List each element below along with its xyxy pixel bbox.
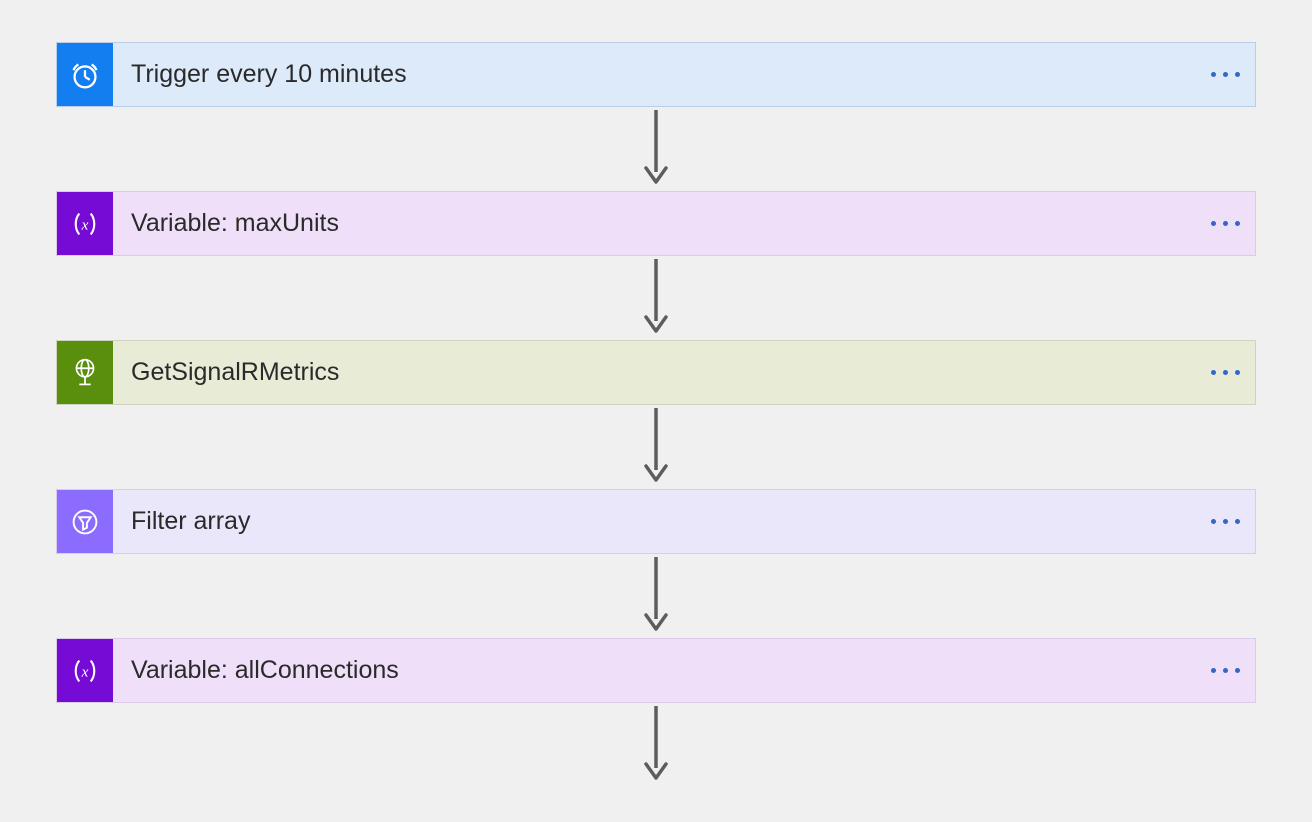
svg-text:x: x — [81, 663, 89, 680]
flow-connector-arrow — [642, 256, 670, 340]
flow-connector-arrow — [642, 703, 670, 787]
step-menu-button[interactable] — [1195, 341, 1255, 404]
flow-connector-arrow — [642, 107, 670, 191]
variable-icon: x — [57, 639, 113, 702]
workflow-flow: Trigger every 10 minutes x Variable: max… — [0, 42, 1312, 787]
workflow-canvas: Trigger every 10 minutes x Variable: max… — [0, 0, 1312, 822]
ellipsis-icon — [1211, 370, 1240, 375]
step-label: Variable: maxUnits — [113, 192, 1195, 255]
step-menu-button[interactable] — [1195, 490, 1255, 553]
workflow-step-filter[interactable]: Filter array — [56, 489, 1256, 554]
svg-text:x: x — [81, 216, 89, 233]
flow-connector-arrow — [642, 405, 670, 489]
step-label: Filter array — [113, 490, 1195, 553]
workflow-step-variable[interactable]: x Variable: maxUnits — [56, 191, 1256, 256]
workflow-step-http[interactable]: GetSignalRMetrics — [56, 340, 1256, 405]
filter-icon — [57, 490, 113, 553]
ellipsis-icon — [1211, 221, 1240, 226]
clock-icon — [57, 43, 113, 106]
workflow-step-variable[interactable]: x Variable: allConnections — [56, 638, 1256, 703]
step-label: GetSignalRMetrics — [113, 341, 1195, 404]
step-menu-button[interactable] — [1195, 192, 1255, 255]
workflow-step-trigger[interactable]: Trigger every 10 minutes — [56, 42, 1256, 107]
step-label: Variable: allConnections — [113, 639, 1195, 702]
ellipsis-icon — [1211, 72, 1240, 77]
ellipsis-icon — [1211, 668, 1240, 673]
variable-icon: x — [57, 192, 113, 255]
step-menu-button[interactable] — [1195, 43, 1255, 106]
globe-icon — [57, 341, 113, 404]
step-label: Trigger every 10 minutes — [113, 43, 1195, 106]
flow-connector-arrow — [642, 554, 670, 638]
ellipsis-icon — [1211, 519, 1240, 524]
step-menu-button[interactable] — [1195, 639, 1255, 702]
